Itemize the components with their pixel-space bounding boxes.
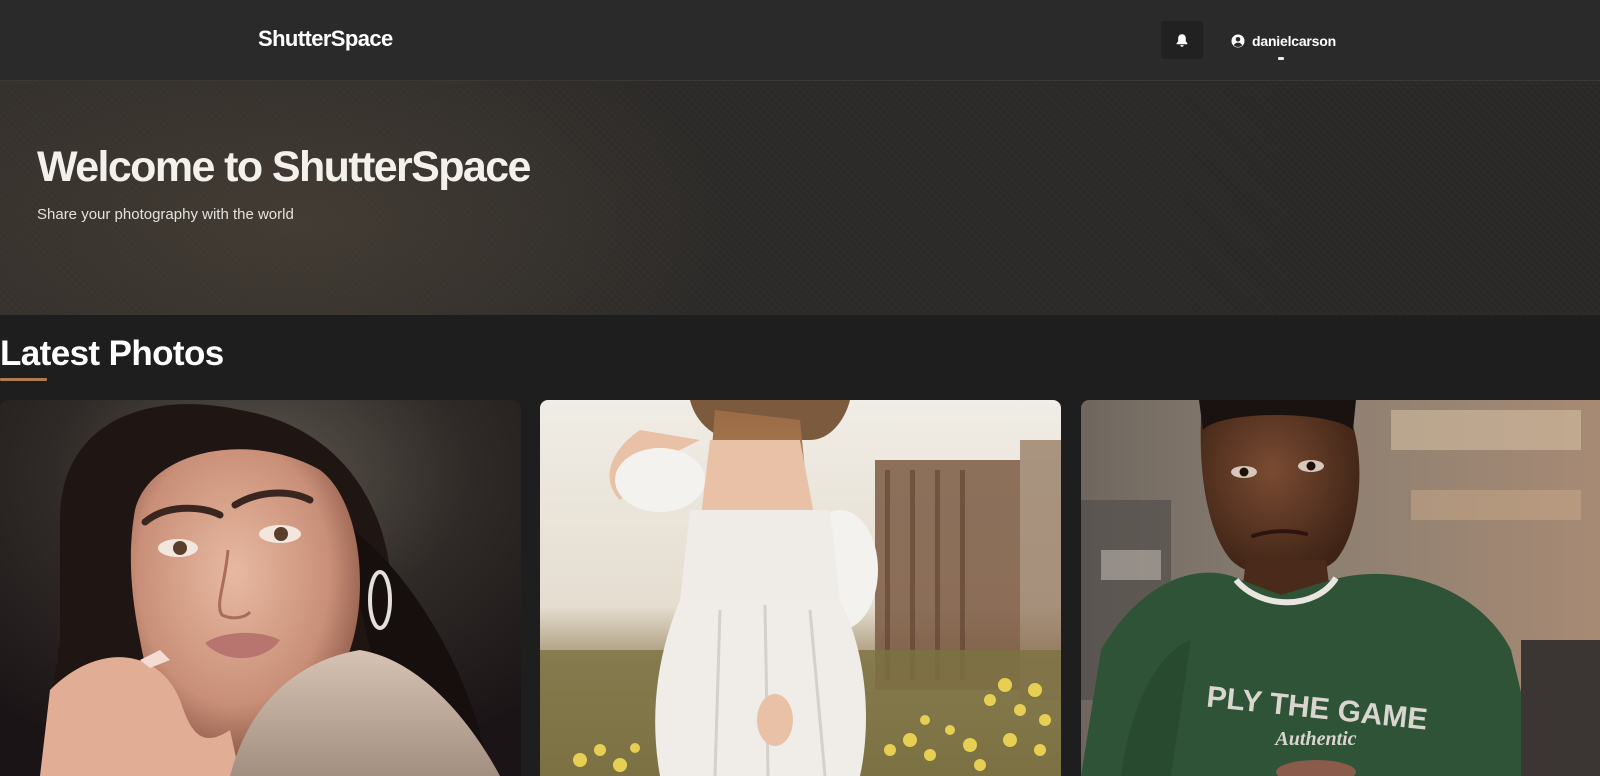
photo-image — [540, 400, 1061, 776]
hero-banner: Welcome to ShutterSpace Share your photo… — [0, 81, 1600, 315]
hero-subtitle: Share your photography with the world — [37, 206, 294, 223]
top-navbar: ShutterSpace danielcarson — [0, 0, 1600, 81]
username-label: danielcarson — [1252, 33, 1336, 49]
photo-card-man-green-sweatshirt[interactable]: PLY THE GAME Authentic — [1081, 400, 1600, 776]
brand-logo[interactable]: ShutterSpace — [258, 26, 393, 52]
photo-card-portrait-woman[interactable] — [0, 400, 521, 776]
user-menu-indicator — [1278, 57, 1284, 60]
bell-icon — [1176, 33, 1188, 47]
user-circle-icon — [1231, 34, 1245, 48]
user-menu[interactable]: danielcarson — [1231, 30, 1336, 52]
photo-image — [0, 400, 521, 776]
heading-underline — [0, 378, 47, 381]
photo-image: PLY THE GAME Authentic — [1081, 400, 1600, 776]
latest-photos-heading: Latest Photos — [0, 334, 224, 373]
photo-card-woman-field[interactable] — [540, 400, 1061, 776]
shirt-print-subtext: Authentic — [1273, 728, 1356, 750]
notifications-button[interactable] — [1161, 21, 1203, 59]
hero-title: Welcome to ShutterSpace — [37, 143, 531, 191]
